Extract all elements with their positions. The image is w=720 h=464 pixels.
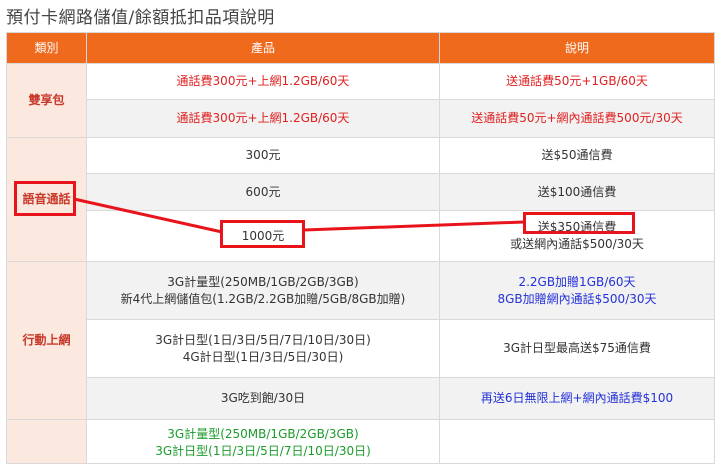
highlight-box-product: [220, 220, 305, 248]
highlight-box-description: [523, 212, 635, 234]
annotation-line-right: [303, 220, 525, 232]
highlight-box-category: [14, 181, 76, 216]
annotation-line-left: [73, 197, 223, 234]
